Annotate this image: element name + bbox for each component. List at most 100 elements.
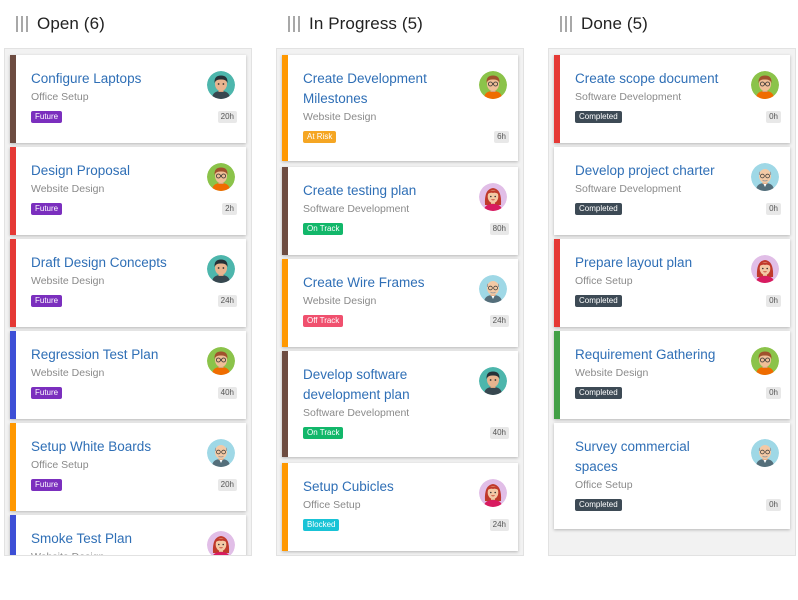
- task-card[interactable]: Create scope document Software Developmen…: [554, 55, 790, 143]
- assignee-avatar[interactable]: [207, 255, 235, 283]
- task-card[interactable]: Prepare layout plan Office Setup Completed…: [554, 239, 790, 327]
- task-card[interactable]: Create Wire Frames Website Design Off Trac…: [282, 259, 518, 347]
- task-card[interactable]: Regression Test Plan Website Design Future…: [10, 331, 246, 419]
- column-header[interactable]: In Progress (5): [276, 0, 524, 48]
- priority-color-bar: [10, 55, 16, 143]
- assignee-avatar[interactable]: [207, 71, 235, 99]
- task-title[interactable]: Create testing plan: [303, 181, 463, 201]
- hours-badge: 24h: [489, 315, 509, 327]
- task-card[interactable]: Setup Cubicles Office Setup Blocked 24h: [282, 463, 518, 551]
- assignee-avatar[interactable]: [751, 71, 779, 99]
- status-badge: Off Track: [303, 315, 344, 327]
- priority-color-bar: [10, 331, 16, 419]
- priority-color-bar: [554, 239, 560, 327]
- task-card[interactable]: Create testing plan Software Development O…: [282, 167, 518, 255]
- priority-color-bar: [10, 147, 16, 235]
- task-title[interactable]: Create Development Milestones: [303, 69, 463, 109]
- project-name: Software Development: [575, 183, 682, 195]
- task-card[interactable]: Draft Design Concepts Website Design Futur…: [10, 239, 246, 327]
- status-badge: Future: [31, 479, 63, 491]
- priority-color-bar: [10, 515, 16, 555]
- status-badge: Completed: [575, 499, 622, 511]
- task-card[interactable]: Survey commercial spaces Office Setup Comp…: [554, 423, 790, 529]
- task-title[interactable]: Develop project charter: [575, 161, 735, 181]
- drag-handle-icon[interactable]: [16, 16, 28, 32]
- task-title[interactable]: Create scope document: [575, 69, 735, 89]
- assignee-avatar[interactable]: [479, 183, 507, 211]
- hours-badge: 0h: [766, 499, 781, 511]
- assignee-avatar[interactable]: [207, 439, 235, 467]
- column-header[interactable]: Open (6): [4, 0, 252, 48]
- status-badge: Future: [31, 111, 63, 123]
- project-name: Website Design: [31, 367, 105, 379]
- assignee-avatar[interactable]: [751, 347, 779, 375]
- project-name: Software Development: [575, 91, 682, 103]
- hours-badge: 0h: [766, 295, 781, 307]
- task-title[interactable]: Requirement Gathering: [575, 345, 735, 365]
- assignee-avatar[interactable]: [479, 71, 507, 99]
- kanban-board: Open (6) Configure Laptops Office Setup Fu…: [0, 0, 798, 600]
- hours-badge: 0h: [766, 387, 781, 399]
- task-title[interactable]: Smoke Test Plan: [31, 529, 191, 549]
- task-card[interactable]: Develop project charter Software Developm…: [554, 147, 790, 235]
- hours-badge: 20h: [217, 111, 237, 123]
- assignee-avatar[interactable]: [479, 479, 507, 507]
- task-card[interactable]: Smoke Test Plan Website Design: [10, 515, 246, 555]
- status-badge: Completed: [575, 111, 622, 123]
- assignee-avatar[interactable]: [751, 163, 779, 191]
- task-card[interactable]: Develop software development plan Softwar…: [282, 351, 518, 457]
- priority-color-bar: [282, 167, 288, 255]
- status-badge: Blocked: [303, 519, 340, 531]
- priority-color-bar: [554, 55, 560, 143]
- project-name: Office Setup: [303, 499, 361, 511]
- column-in-progress: In Progress (5) Create Development Miles…: [276, 0, 524, 556]
- project-name: Website Design: [303, 295, 377, 307]
- task-title[interactable]: Configure Laptops: [31, 69, 191, 89]
- priority-color-bar: [10, 423, 16, 511]
- hours-badge: 80h: [489, 223, 509, 235]
- task-title[interactable]: Create Wire Frames: [303, 273, 463, 293]
- task-title[interactable]: Design Proposal: [31, 161, 191, 181]
- priority-color-bar: [282, 55, 288, 161]
- assignee-avatar[interactable]: [751, 255, 779, 283]
- column-body: Configure Laptops Office Setup Future 20h D…: [4, 48, 252, 556]
- task-card[interactable]: Configure Laptops Office Setup Future 20h: [10, 55, 246, 143]
- column-title: Done (5): [581, 14, 648, 33]
- drag-handle-icon[interactable]: [560, 16, 572, 32]
- task-title[interactable]: Survey commercial spaces: [575, 437, 735, 477]
- task-card[interactable]: Setup White Boards Office Setup Future 20h: [10, 423, 246, 511]
- task-card[interactable]: Design Proposal Website Design Future 2h: [10, 147, 246, 235]
- project-name: Website Design: [303, 111, 377, 123]
- project-name: Office Setup: [31, 91, 89, 103]
- assignee-avatar[interactable]: [751, 439, 779, 467]
- drag-handle-icon[interactable]: [288, 16, 300, 32]
- priority-color-bar: [282, 351, 288, 457]
- status-badge: Future: [31, 203, 63, 215]
- task-title[interactable]: Draft Design Concepts: [31, 253, 191, 273]
- column-title: In Progress (5): [309, 14, 423, 33]
- hours-badge: 0h: [766, 203, 781, 215]
- status-badge: Future: [31, 295, 63, 307]
- hours-badge: 2h: [222, 203, 237, 215]
- assignee-avatar[interactable]: [207, 347, 235, 375]
- project-name: Office Setup: [31, 459, 89, 471]
- project-name: Office Setup: [575, 479, 633, 491]
- hours-badge: 40h: [489, 427, 509, 439]
- status-badge: Future: [31, 387, 63, 399]
- task-title[interactable]: Regression Test Plan: [31, 345, 191, 365]
- task-card[interactable]: Create Development Milestones Website Des…: [282, 55, 518, 161]
- task-card[interactable]: Requirement Gathering Website Design Compl…: [554, 331, 790, 419]
- status-badge: Completed: [575, 295, 622, 307]
- task-title[interactable]: Prepare layout plan: [575, 253, 735, 273]
- task-title[interactable]: Develop software development plan: [303, 365, 463, 405]
- assignee-avatar[interactable]: [479, 367, 507, 395]
- assignee-avatar[interactable]: [207, 163, 235, 191]
- task-title[interactable]: Setup Cubicles: [303, 477, 463, 497]
- hours-badge: 6h: [494, 131, 509, 143]
- hours-badge: 20h: [217, 479, 237, 491]
- assignee-avatar[interactable]: [479, 275, 507, 303]
- project-name: Website Design: [31, 551, 104, 555]
- column-header[interactable]: Done (5): [548, 0, 796, 48]
- assignee-avatar[interactable]: [207, 531, 235, 555]
- task-title[interactable]: Setup White Boards: [31, 437, 191, 457]
